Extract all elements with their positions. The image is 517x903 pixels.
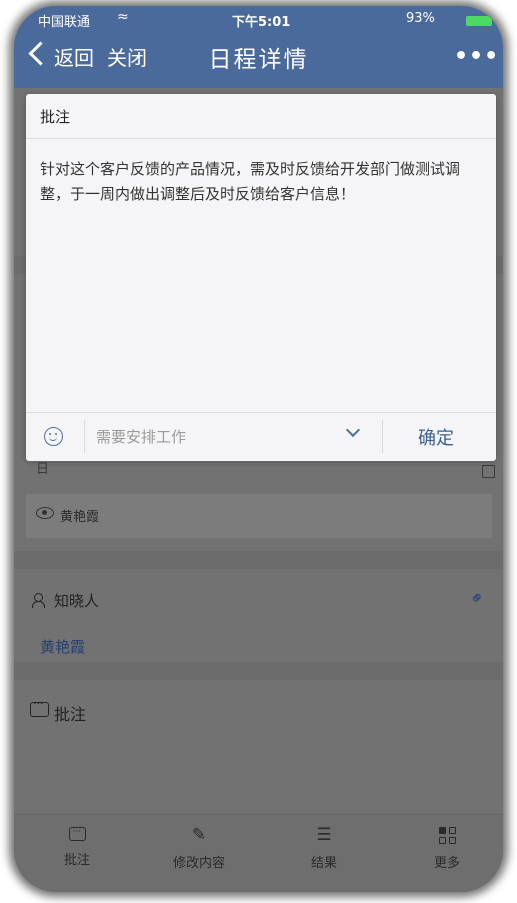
dialog-footer: 需要安排工作 确定 bbox=[26, 412, 496, 461]
battery-percent: 93% bbox=[406, 11, 435, 26]
tab-edit-content[interactable]: ✎ 修改内容 bbox=[144, 815, 254, 892]
calendar-icon bbox=[482, 465, 495, 478]
clock: 下午5:01 bbox=[232, 15, 291, 30]
viewer-name: 黄艳霞 bbox=[60, 510, 100, 525]
page-title: 日程详情 bbox=[208, 47, 309, 73]
chevron-down-icon[interactable] bbox=[345, 422, 361, 438]
tab-comment[interactable]: ··· 批注 bbox=[22, 815, 132, 892]
tab-label: 批注 bbox=[63, 853, 90, 868]
tab-label: 修改内容 bbox=[172, 856, 225, 871]
divider bbox=[14, 662, 503, 680]
comment-icon bbox=[30, 697, 49, 717]
comment-textarea[interactable]: 针对这个客户反馈的产品情况，需及时反馈给开发部门做测试调整，于一周内做出调整后及… bbox=[40, 157, 485, 207]
phone-screen: 中国联通 ≈ 下午5:01 93% 返回 关闭 日程详情 ••• 日 黄艳霞 知… bbox=[14, 6, 503, 892]
person-icon bbox=[32, 593, 48, 608]
comment-section-label: 批注 bbox=[54, 705, 87, 724]
tab-label: 结果 bbox=[310, 856, 337, 871]
status-bar: 中国联通 ≈ 下午5:01 93% bbox=[14, 6, 503, 32]
tab-more[interactable]: 更多 bbox=[392, 815, 502, 892]
carrier: 中国联通 bbox=[38, 15, 91, 30]
viewer-item: 黄艳霞 bbox=[26, 494, 492, 538]
grid-icon bbox=[438, 827, 456, 844]
know-label: 知晓人 bbox=[54, 592, 100, 610]
dialog-title: 批注 bbox=[40, 108, 71, 126]
divider bbox=[14, 551, 503, 569]
comment-dialog: 批注 针对这个客户反馈的产品情况，需及时反馈给开发部门做测试调整，于一周内做出调… bbox=[26, 94, 496, 461]
nav-bar: 返回 关闭 日程详情 ••• bbox=[14, 32, 503, 80]
eye-icon bbox=[36, 507, 54, 519]
confirm-button[interactable]: 确定 bbox=[418, 424, 454, 450]
edit-icon: ✎ bbox=[191, 825, 207, 845]
divider bbox=[26, 138, 496, 139]
task-select[interactable]: 需要安排工作 bbox=[96, 426, 186, 447]
know-person-name[interactable]: 黄艳霞 bbox=[40, 636, 85, 657]
emoji-icon[interactable] bbox=[44, 427, 63, 446]
more-icon[interactable]: ••• bbox=[454, 44, 499, 69]
header: 中国联通 ≈ 下午5:01 93% 返回 关闭 日程详情 ••• bbox=[14, 6, 503, 88]
divider bbox=[84, 420, 85, 453]
tab-label: 更多 bbox=[433, 856, 460, 871]
divider bbox=[382, 420, 383, 453]
result-icon: ☰ bbox=[316, 825, 332, 845]
tab-result[interactable]: ☰ 结果 bbox=[269, 815, 379, 892]
battery-icon bbox=[466, 16, 492, 26]
comment-icon: ··· bbox=[68, 827, 86, 841]
wifi-icon: ≈ bbox=[117, 9, 129, 25]
bottom-tab-bar: ··· 批注 ✎ 修改内容 ☰ 结果 更多 bbox=[14, 814, 503, 892]
